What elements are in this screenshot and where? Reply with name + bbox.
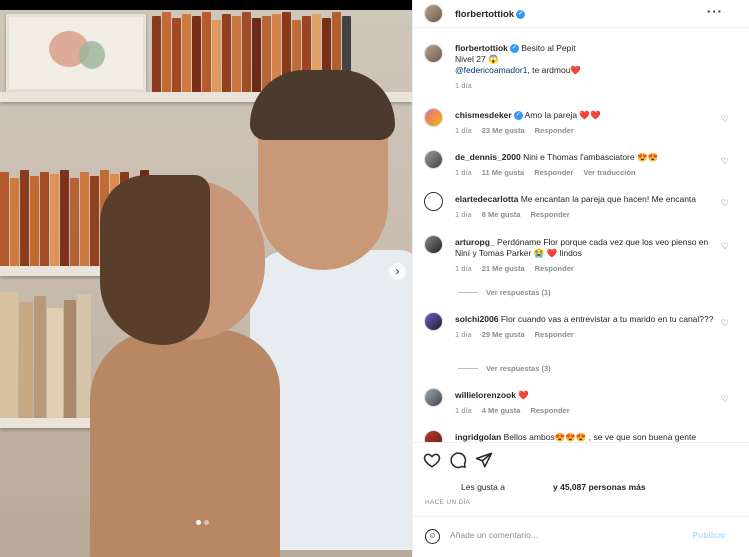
post-header: florbertottiok ✓ ···	[413, 0, 749, 28]
heart-icon[interactable]: ♡	[721, 198, 729, 209]
comment-avatar[interactable]	[424, 430, 443, 442]
comment-text: Bellos ambos😍😍😍 , se ve que son buena ge…	[503, 432, 697, 442]
heart-icon[interactable]: ♡	[721, 156, 729, 167]
likes-count[interactable]: y 45,087 personas más	[553, 482, 646, 492]
comment-avatar[interactable]	[424, 235, 443, 254]
caption-time: 1 día	[455, 81, 472, 90]
comment-username[interactable]: solchi2006	[455, 314, 498, 324]
verified-badge-icon: ✓	[516, 9, 526, 19]
books-bottom-shelf	[0, 292, 91, 418]
caption-username[interactable]: florbertottiok	[455, 43, 508, 53]
share-icon[interactable]	[475, 451, 493, 469]
carousel-next-button[interactable]: ›	[389, 263, 406, 280]
comment-avatar[interactable]	[424, 150, 443, 169]
comment-likes[interactable]: 4 Me gusta	[482, 405, 521, 416]
verified-badge-icon: ✓	[513, 111, 523, 121]
author-avatar[interactable]	[424, 4, 443, 23]
comment-item: ingridgolan Bellos ambos😍😍😍 , se ve que …	[413, 428, 749, 442]
comment-time: 1 día	[455, 406, 472, 415]
comment-avatar[interactable]	[424, 192, 443, 211]
comment-username[interactable]: elartedecarlotta	[455, 194, 518, 204]
post-photo[interactable]: ›	[0, 0, 412, 557]
reply-button[interactable]: Responder	[530, 405, 569, 416]
heart-icon[interactable]: ♡	[721, 114, 729, 125]
comment-likes[interactable]: 8 Me gusta	[482, 209, 521, 220]
carousel-indicators	[196, 520, 209, 525]
view-replies-button[interactable]: Ver respuestas (3)	[458, 364, 551, 373]
comment-username[interactable]: ingridgolan	[455, 432, 501, 442]
likes-prefix: Les gusta a	[461, 482, 505, 492]
more-options-icon[interactable]: ···	[707, 4, 723, 19]
publish-button[interactable]: Publicar	[692, 530, 726, 540]
comment-avatar[interactable]	[424, 312, 443, 331]
heart-icon[interactable]: ♡	[721, 394, 729, 405]
caption-avatar[interactable]	[424, 44, 443, 63]
comment-text: Nini e Thomas l'ambasciatore 😍😍	[523, 152, 659, 162]
reply-button[interactable]: Responder	[535, 263, 574, 274]
wall-artwork	[6, 14, 146, 92]
post-timestamp: HACE UN DÍA	[425, 499, 471, 506]
caption-tail: , te ardmou❤️	[527, 65, 581, 75]
photo-top-border	[0, 0, 412, 10]
comment-username[interactable]: willielorenzook	[455, 390, 516, 400]
comment-likes[interactable]: 11 Me gusta	[482, 167, 525, 178]
heart-icon[interactable]	[423, 451, 441, 469]
comment-time: 1 día	[455, 210, 472, 219]
caption-line2: Nivel 27 😱	[455, 54, 499, 64]
comment-time: 1 día	[455, 264, 472, 273]
reply-button[interactable]: Responder	[530, 209, 569, 220]
comment-time: 1 día	[455, 126, 472, 135]
comment-icon[interactable]	[449, 451, 467, 469]
comment-avatar[interactable]	[424, 388, 443, 407]
heart-icon[interactable]: ♡	[721, 318, 729, 329]
comment-username[interactable]: arturopg_	[455, 237, 495, 247]
comment-likes[interactable]: 21 Me gusta	[482, 263, 525, 274]
add-comment-bar: ☺ Publicar	[413, 516, 749, 557]
carousel-dot	[196, 520, 201, 525]
comment-avatar[interactable]	[424, 108, 443, 127]
carousel-dot	[204, 520, 209, 525]
add-comment-input[interactable]	[450, 530, 680, 540]
caption-mention-link[interactable]: @federicoamador1	[455, 65, 527, 75]
woman-hair	[100, 175, 210, 345]
see-translation-button[interactable]: Ver traducción	[583, 167, 635, 178]
woman-top	[90, 330, 280, 557]
comment-time: 1 día	[455, 168, 472, 177]
view-replies-button[interactable]: Ver respuestas (1)	[458, 288, 551, 297]
reply-button[interactable]: Responder	[534, 167, 573, 178]
comment-text: Amo la pareja ❤️❤️	[524, 110, 601, 120]
reply-button[interactable]: Responder	[535, 125, 574, 136]
caption-text: Besito al Pepit	[521, 43, 576, 53]
emoji-icon[interactable]: ☺	[425, 529, 440, 544]
comment-text: Me encantan la pareja que hacen! Me enca…	[520, 194, 697, 204]
man-hair	[250, 70, 395, 140]
heart-icon[interactable]: ♡	[721, 241, 729, 252]
comment-username[interactable]: chismesdeker	[455, 110, 512, 120]
comment-text: Flor cuando vas a entrevistar a tu marid…	[500, 314, 714, 324]
comment-likes[interactable]: 29 Me gusta	[482, 329, 525, 340]
reply-button[interactable]: Responder	[535, 329, 574, 340]
post-side-panel: florbertottiok ✓ ··· florbertottiok ✓ Besi…	[412, 0, 749, 557]
comment-username[interactable]: de_dennis_2000	[455, 152, 521, 162]
author-username[interactable]: florbertottiok ✓	[455, 9, 526, 20]
comment-likes[interactable]: 23 Me gusta	[482, 125, 525, 136]
comment-text: ❤️	[518, 390, 529, 400]
verified-badge-icon: ✓	[509, 44, 519, 54]
comment-time: 1 día	[455, 330, 472, 339]
